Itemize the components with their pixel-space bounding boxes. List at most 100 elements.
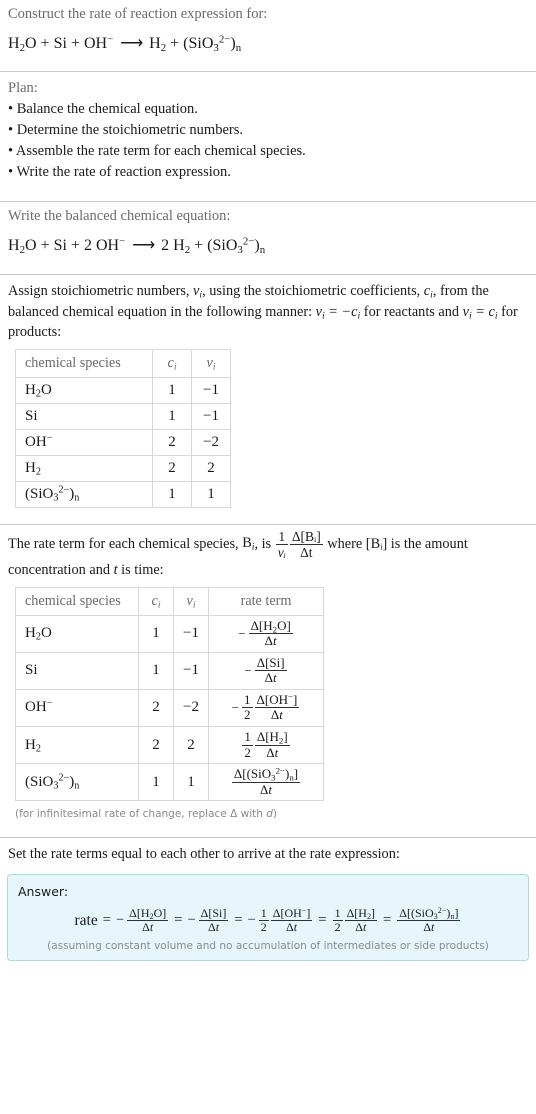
solution-page: Construct the rate of reaction expressio… <box>0 0 536 1114</box>
answer-label: Answer: <box>18 883 69 899</box>
cell-nu: 1 <box>173 763 209 802</box>
term-sign: − <box>187 912 196 929</box>
coefficient-oh: 2 <box>83 237 92 254</box>
cell-species: Si <box>15 651 139 690</box>
table-row: H2 2 2 1 2 Δ[H2] Δt <box>15 725 324 765</box>
frac-numerator: Δ[OH−] <box>272 905 311 920</box>
cell-species: H2O <box>15 614 139 653</box>
plan-item-label: Write the rate of reaction expression. <box>16 164 231 180</box>
term-sign: − <box>247 912 256 929</box>
rate-word: rate <box>74 911 98 929</box>
footnote-d-symbol: d <box>266 808 273 821</box>
frac-numerator: Δ[Si] <box>200 905 227 920</box>
answer-fraction: Δ[(SiO32−)n] Δt <box>397 906 461 935</box>
plan-item: • Assemble the rate term for each chemic… <box>8 141 528 162</box>
plan-item-label: Balance the chemical equation. <box>16 101 198 117</box>
plan-item: • Determine the stoichiometric numbers. <box>8 120 528 141</box>
cell-rate-term: 1 2 Δ[H2] Δt <box>208 725 324 765</box>
bullet-icon: • <box>8 164 14 180</box>
final-label: Set the rate terms equal to each other t… <box>8 846 400 863</box>
plan-section: Plan: • Balance the chemical equation. •… <box>0 72 536 183</box>
table-header-row: chemical species ci νi <box>15 348 231 378</box>
cell-c: 2 <box>138 688 174 728</box>
stoichiometry-section: Assign stoichiometric numbers, νi, using… <box>0 275 536 508</box>
coefficient-h2: 2 <box>161 237 170 254</box>
rate-text-1: The rate term for each chemical species, <box>8 535 243 552</box>
plan-item: • Balance the chemical equation. <box>8 99 528 120</box>
reaction-arrow-icon: ⟶ <box>120 35 143 52</box>
rate-fraction: Δ[Si] Δt <box>254 654 287 686</box>
frac-denominator: Δt <box>127 920 169 934</box>
cell-species: Si <box>15 402 153 430</box>
frac-denominator: Δt <box>344 920 378 934</box>
cell-nu: −1 <box>191 376 231 404</box>
reaction-arrow-icon: ⟶ <box>132 237 155 254</box>
unbalanced-equation: H2O + Si + OH− ⟶ H2 + (SiO32−)n <box>8 33 242 54</box>
frac-numerator: Δ[OH−] <box>256 691 298 707</box>
stoich-text-1: Assign stoichiometric numbers, <box>8 283 194 299</box>
cell-c: 1 <box>152 480 192 508</box>
answer-box: Answer: rate = − Δ[H2O] Δt = − Δ[Si] Δt = −1 2 Δ[OH−… <box>7 873 529 961</box>
table-row: (SiO32−)n 1 1 Δ[(SiO32−)n] Δt <box>15 763 324 802</box>
table-row: Si 1 −1 − Δ[Si] Δt <box>15 651 324 690</box>
answer-fraction: Δ[H2O] Δt <box>127 906 169 935</box>
frac-numerator: Δ[Si] <box>256 654 285 670</box>
answer-note: (assuming constant volume and no accumul… <box>47 939 489 952</box>
footnote-text-b: ) <box>272 808 278 821</box>
rate-fraction: Δ[H2O] Δt <box>248 618 293 649</box>
frac-denominator: Δt <box>270 920 313 934</box>
plan-item-label: Assemble the rate term for each chemical… <box>15 143 306 159</box>
cell-c: 2 <box>138 725 174 765</box>
frac-numerator: Δ[Bᵢ] <box>291 528 321 544</box>
cell-c: 1 <box>138 651 174 690</box>
cell-nu: −1 <box>191 402 231 430</box>
table-header-row: chemical species ci νi rate term <box>15 586 324 616</box>
cell-species: (SiO32−)n <box>15 480 153 508</box>
equals-sign: = <box>318 912 327 929</box>
cell-rate-term: −1 2 Δ[OH−] Δt <box>208 688 324 728</box>
frac-denominator: 2 <box>242 707 253 723</box>
rate-term-paragraph: The rate term for each chemical species,… <box>8 525 528 581</box>
header-nu: νi <box>173 586 209 616</box>
rate-term-table: chemical species ci νi rate term H2O 1 −… <box>15 586 324 802</box>
term-sign: − <box>115 912 125 929</box>
cell-c: 1 <box>152 376 192 404</box>
frac-denominator: Δt <box>254 707 300 723</box>
inverse-nu-fraction: 1 νᵢ <box>275 529 288 560</box>
rate-sign: − <box>244 662 252 678</box>
cell-c: 1 <box>138 763 174 802</box>
frac-denominator: Δt <box>231 781 301 798</box>
bullet-icon: • <box>8 143 14 159</box>
frac-numerator: 1 <box>334 905 341 920</box>
cell-rate-term: Δ[(SiO32−)n] Δt <box>208 763 324 802</box>
cell-species: OH− <box>15 428 153 456</box>
plan-item-label: Determine the stoichiometric numbers. <box>16 122 243 138</box>
cell-rate-term: − Δ[H2O] Δt <box>208 614 324 653</box>
cell-c: 1 <box>152 402 192 430</box>
table-row: H2O 1 −1 <box>15 376 231 404</box>
rate-fraction: Δ[H2] Δt <box>254 729 290 761</box>
bullet-icon: • <box>8 101 14 117</box>
frac-numerator: Δ[H2] <box>346 905 376 921</box>
rate-text-4: is time: <box>117 561 164 578</box>
equals-sign: = <box>102 912 111 929</box>
cell-c: 2 <box>152 454 192 482</box>
plan-item: • Write the rate of reaction expression. <box>8 162 528 183</box>
rate-coefficient: 12 <box>242 691 253 723</box>
frac-numerator: 1 <box>244 691 251 707</box>
table-row: OH− 2 −2 <box>15 428 231 456</box>
frac-denominator: Δt <box>254 744 290 761</box>
cell-species: OH− <box>15 688 139 728</box>
stoichiometric-numbers-table: chemical species ci νi H2O 1 −1 Si 1 −1 … <box>15 348 231 508</box>
rate-text-2: , is <box>254 535 275 552</box>
frac-denominator: Δt <box>248 633 293 649</box>
header-c: ci <box>138 586 174 616</box>
cell-nu: −1 <box>173 651 209 690</box>
balanced-equation: H2O + Si + 2 OH− ⟶ 2 H2 + (SiO32−)n <box>8 235 266 256</box>
table-row: H2 2 2 <box>15 454 231 482</box>
rate-term-footnote: (for infinitesimal rate of change, repla… <box>8 801 528 820</box>
frac-denominator: 2 <box>258 920 269 935</box>
frac-numerator: 1 <box>260 905 267 920</box>
c-symbol: ci <box>423 283 433 301</box>
header-rate-term: rate term <box>208 586 324 616</box>
